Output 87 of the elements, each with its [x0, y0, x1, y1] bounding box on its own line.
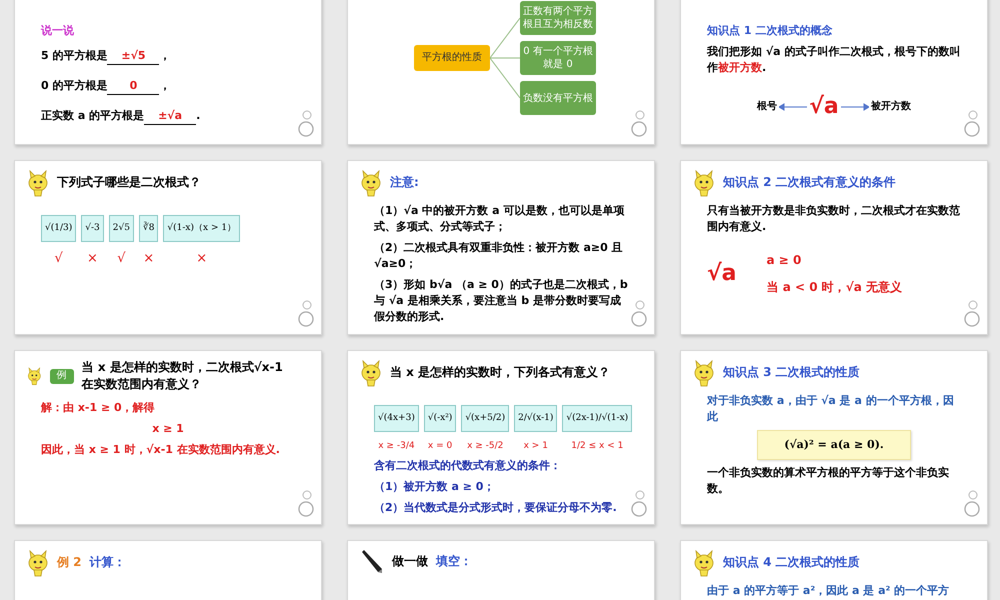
rings-drawing — [963, 110, 981, 138]
label-text: 根号 — [757, 100, 778, 114]
expression-box: √(2x-1)/√(1-x) — [562, 405, 632, 432]
heading-text: 当 x 是怎样的实数时，二次根式√x-1 在实数范围内有意义？ — [82, 359, 284, 394]
answer-blank: ±√5 — [107, 48, 160, 65]
expression-box: √(4x+3) — [374, 405, 419, 432]
result-text: x ≥ -5/2 — [467, 440, 504, 454]
topic-node: 平方根的性质 — [414, 45, 490, 71]
heading-text: 知识点 3 二次根式的性质 — [723, 364, 860, 382]
result-text: x = 0 — [428, 440, 452, 454]
slide-text: x ≥ 1 — [151, 420, 185, 437]
expression-box: √-3 — [81, 215, 104, 242]
result-text: × — [196, 250, 208, 268]
radical-symbol: √a — [707, 260, 737, 288]
punctuation-text: ， — [159, 78, 170, 92]
slide-text: 一个非负实数的算术平方根的平方等于这个非负实数。 — [707, 464, 950, 497]
result-text: × — [143, 250, 154, 268]
cartoon-cat-icon — [360, 359, 382, 387]
prompt-text: 5 的平方根是 — [41, 48, 108, 62]
result-text: × — [87, 250, 98, 268]
rings-drawing — [963, 490, 981, 518]
heading-text: 知识点 4 二次根式的性质 — [723, 554, 860, 572]
leader-arrow — [840, 102, 869, 111]
cartoon-cat-icon — [360, 169, 382, 197]
expression-box: 2√5 — [108, 215, 134, 242]
slide-text: 由于 a 的平方等于 a²，因此 a 是 a² 的一个平方 — [707, 583, 950, 599]
formula-box: (√a)² = a(a ≥ 0). — [757, 430, 911, 460]
expression-box: 2/√(x-1) — [514, 405, 558, 432]
heading-text: 当 x 是怎样的实数时，下列各式有意义？ — [390, 364, 610, 382]
slide-text: 解：由 x-1 ≥ 0，解得 — [41, 400, 156, 416]
answer-blank: ±√a — [144, 108, 196, 125]
slide-text: 说一说 — [41, 23, 75, 39]
punctuation-text: . — [196, 108, 200, 122]
rings-drawing — [297, 110, 315, 138]
heading-text: 填空： — [436, 552, 472, 570]
cartoon-cat-icon — [693, 169, 715, 197]
expression-box: √(1-x)（x > 1） — [163, 215, 240, 242]
slide-text: 因此，当 x ≥ 1 时，√x-1 在实数范围内有意义. — [41, 442, 281, 458]
slide-text: 知识点 1 二次根式的概念 — [707, 23, 834, 39]
prompt-text: 正实数 a 的平方根是 — [41, 108, 144, 122]
rings-drawing — [297, 300, 315, 328]
branch-node: 负数没有平方根 — [520, 81, 596, 115]
prompt-text: 0 的平方根是 — [41, 78, 108, 92]
result-text: x ≥ -3/4 — [378, 440, 415, 454]
branch-node: 正数有两个平方根且互为相反数 — [520, 1, 596, 35]
heading-text: 计算： — [90, 554, 126, 572]
cartoon-cat-icon — [693, 549, 715, 577]
slide-text: （2）当代数式是分式形式时，要保证分母不为零. — [374, 500, 618, 516]
expression-box: √(x+5/2) — [461, 405, 510, 432]
slide-text: （1）被开方数 a ≥ 0； — [374, 479, 496, 495]
rings-drawing — [630, 110, 648, 138]
slide-text: 对于非负实数 a，由于 √a 是 a 的一个平方根，因此 — [707, 393, 955, 425]
cartoon-cat-icon — [27, 169, 49, 197]
heading-text: 知识点 2 二次根式有意义的条件 — [723, 174, 896, 192]
result-text: √ — [54, 250, 63, 268]
slide-text: （3）形如 b√a （a ≥ 0）的式子也是二次根式，b 与 √a 是相乘关系，要注意当 b 是带分数时要写成假分数的形式. — [374, 276, 628, 325]
expression-box: √(-x²) — [424, 405, 456, 432]
heading-text: 注意: — [390, 174, 419, 192]
heading-text: 下列式子哪些是二次根式？ — [57, 174, 201, 192]
branch-node: 0 有一个平方根就是 0 — [520, 41, 596, 75]
expression-box: ∛8 — [138, 215, 158, 242]
result-text: √ — [117, 250, 126, 268]
leader-arrow — [779, 102, 808, 111]
condition-text: 当 a < 0 时，√a 无意义 — [766, 279, 902, 296]
condition-text: a ≥ 0 — [766, 252, 802, 269]
result-text: x > 1 — [524, 440, 548, 454]
slide-text: 只有当被开方数是非负实数时，二次根式才在实数范围内有意义. — [707, 203, 961, 235]
radical-symbol: √a — [809, 92, 839, 121]
example-badge: 例 — [50, 369, 74, 384]
punctuation-text: ， — [159, 48, 170, 62]
slide-text: 我们把形如 √a 的式子叫作二次根式，根号下的数叫作被开方数. — [707, 44, 961, 76]
rings-drawing — [297, 490, 315, 518]
answer-blank: 0 — [107, 78, 160, 95]
slide-text: （1）√a 中的被开方数 a 可以是数，也可以是单项式、多项式、分式等式子； — [374, 203, 626, 235]
expression-box: √(1/3) — [41, 215, 76, 242]
heading-text: 做一做 — [392, 552, 428, 570]
cartoon-cat-icon — [693, 359, 715, 387]
label-text: 被开方数 — [870, 100, 911, 114]
slide-text: （2）二次根式具有双重非负性：被开方数 a≥0 且 √a≥0； — [374, 240, 624, 272]
heading-text: 例 2 — [57, 554, 82, 572]
pen-icon — [360, 549, 384, 574]
cartoon-cat-icon — [27, 549, 49, 577]
slide-text: 含有二次根式的代数式有意义的条件： — [374, 458, 562, 474]
result-text: 1/2 ≤ x < 1 — [571, 440, 624, 454]
rings-drawing — [963, 300, 981, 328]
rings-drawing — [630, 300, 648, 328]
rings-drawing — [630, 490, 648, 518]
